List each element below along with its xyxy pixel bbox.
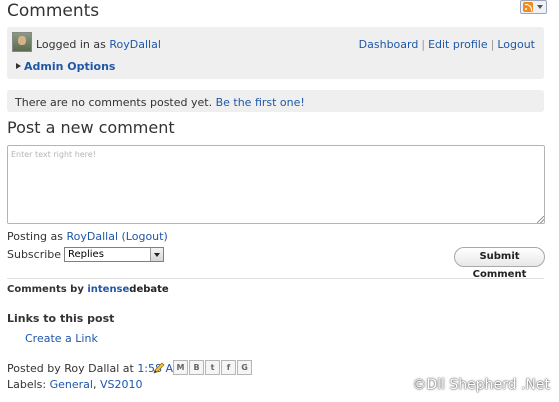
blogger-share-button[interactable]: B bbox=[189, 360, 204, 375]
email-share-button[interactable]: M bbox=[173, 360, 188, 375]
admin-options-link[interactable]: Admin Options bbox=[24, 60, 115, 73]
facebook-share-button[interactable]: f bbox=[221, 360, 236, 375]
posting-as-prefix: Posting as bbox=[7, 230, 63, 243]
comments-header: Comments bbox=[7, 0, 547, 24]
create-link[interactable]: Create a Link bbox=[25, 332, 98, 345]
no-comments-text: There are no comments posted yet. bbox=[15, 96, 213, 109]
posting-as: Posting as RoyDallal (Logout) bbox=[7, 230, 168, 243]
twitter-share-button[interactable]: t bbox=[205, 360, 220, 375]
subscribe-row: Subscribe to Replies bbox=[7, 247, 164, 262]
account-links: Dashboard | Edit profile | Logout bbox=[358, 38, 535, 51]
label-link-vs2010[interactable]: VS2010 bbox=[100, 378, 143, 391]
rss-feed-icon bbox=[523, 2, 533, 12]
logout-link[interactable]: Logout bbox=[497, 38, 535, 51]
rss-subscribe-button[interactable] bbox=[520, 0, 547, 14]
intensedebate-logo[interactable]: intensedebate bbox=[87, 284, 168, 295]
comments-by: Comments by intensedebate bbox=[7, 284, 169, 295]
admin-options-toggle[interactable]: Admin Options bbox=[16, 60, 115, 73]
labels-prefix: Labels: bbox=[7, 378, 47, 391]
submit-comment-button[interactable]: Submit Comment bbox=[454, 247, 545, 280]
logged-in-prefix: Logged in as bbox=[36, 38, 106, 51]
be-first-link[interactable]: Be the first one! bbox=[216, 96, 305, 109]
avatar[interactable] bbox=[12, 32, 32, 52]
divider bbox=[7, 278, 544, 279]
chevron-down-icon bbox=[537, 5, 543, 9]
subscribe-selected-value: Replies bbox=[68, 249, 104, 260]
links-to-post-heading: Links to this post bbox=[7, 312, 115, 325]
username-link[interactable]: RoyDallal bbox=[109, 38, 161, 51]
share-bar: M B t f G bbox=[173, 360, 252, 375]
buzz-share-button[interactable]: G bbox=[237, 360, 252, 375]
label-link-general[interactable]: General bbox=[50, 378, 93, 391]
expand-triangle-icon bbox=[16, 63, 21, 69]
labels-row: Labels: General, VS2010 bbox=[7, 378, 143, 391]
resize-grip-icon[interactable] bbox=[537, 216, 544, 223]
posted-by-text: Posted by Roy Dallal at bbox=[7, 362, 134, 375]
login-panel: Logged in as RoyDallal Dashboard | Edit pr… bbox=[7, 27, 544, 79]
post-comment-title: Post a new comment bbox=[7, 118, 175, 137]
dashboard-link[interactable]: Dashboard bbox=[359, 38, 419, 51]
posting-as-user-link[interactable]: RoyDallal bbox=[67, 230, 119, 243]
no-comments-notice: There are no comments posted yet. Be the… bbox=[7, 90, 544, 112]
logged-in-status: Logged in as RoyDallal bbox=[36, 38, 161, 51]
comment-textarea[interactable] bbox=[7, 145, 545, 224]
chevron-down-icon bbox=[150, 248, 163, 261]
watermark: ©Dll Shepherd .Net bbox=[412, 377, 550, 393]
pencil-edit-icon[interactable] bbox=[152, 361, 166, 375]
posting-logout-link[interactable]: (Logout) bbox=[122, 230, 168, 243]
comments-by-prefix: Comments by bbox=[7, 284, 84, 295]
comments-title: Comments bbox=[7, 1, 100, 21]
subscribe-select[interactable]: Replies bbox=[64, 247, 164, 262]
edit-profile-link[interactable]: Edit profile bbox=[428, 38, 488, 51]
